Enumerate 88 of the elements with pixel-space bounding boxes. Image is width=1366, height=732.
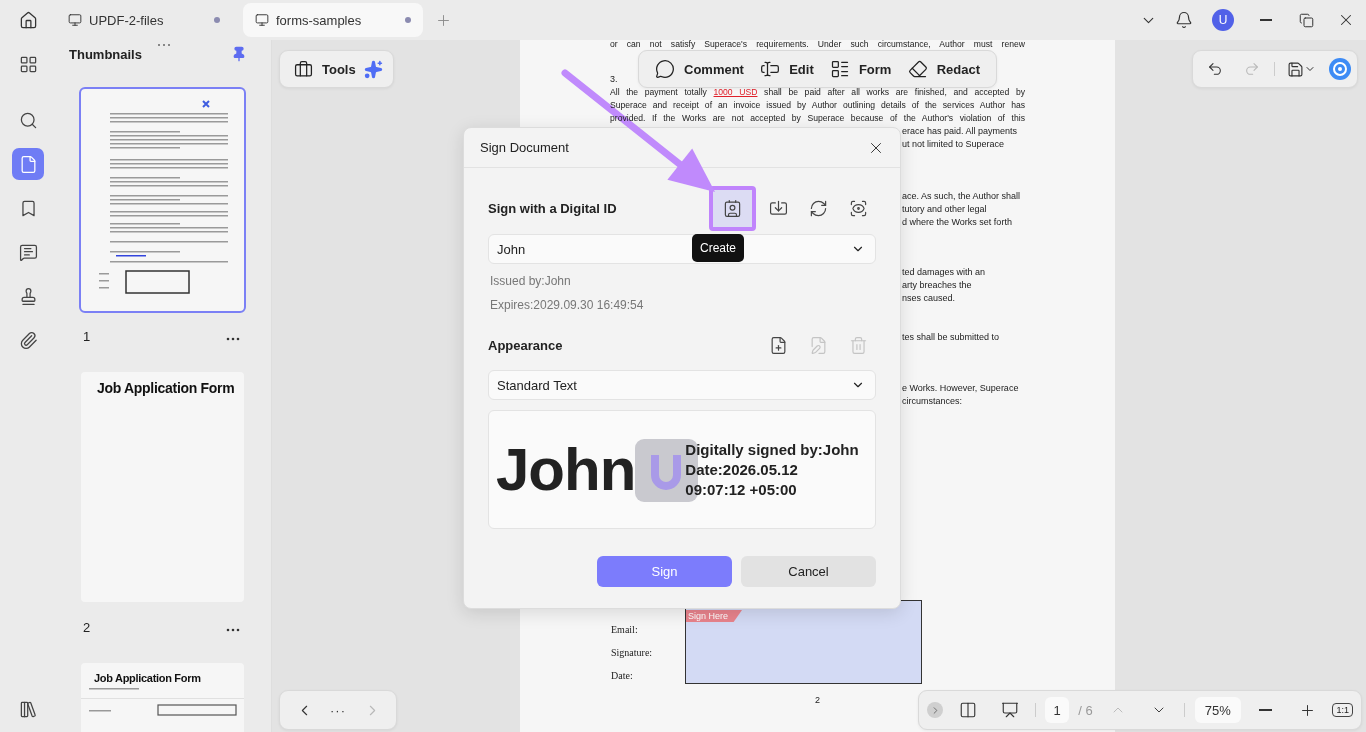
toolbar-button[interactable]: Edit xyxy=(756,55,818,83)
page-thumbnail[interactable] xyxy=(81,89,244,311)
document-text-line: erace has paid. All payments xyxy=(902,125,1018,138)
document-tab[interactable]: UPDF-2-files xyxy=(56,3,232,37)
trash-icon xyxy=(848,335,868,355)
tools-button[interactable]: Tools xyxy=(290,55,360,83)
minimize-icon xyxy=(1260,19,1272,21)
document-text-line: tes shall be submitted to xyxy=(902,331,1000,344)
sparkles-icon[interactable] xyxy=(364,59,383,79)
document-text-line: ut not limited to Superace xyxy=(902,138,1005,151)
create-id-button[interactable] xyxy=(709,186,756,231)
toolbar-button[interactable]: Comment xyxy=(651,55,748,83)
speech-bubble-icon xyxy=(655,59,675,79)
books-icon xyxy=(18,699,38,719)
toolbar-button[interactable]: Form xyxy=(825,55,896,83)
page-number: 1 xyxy=(82,328,91,344)
apps-icon xyxy=(18,54,38,74)
eraser-icon xyxy=(907,59,928,79)
section-label: Appearance xyxy=(488,337,564,353)
eye-icon xyxy=(848,199,868,218)
paperclip-icon xyxy=(18,330,38,350)
section-label: Sign with a Digital ID xyxy=(488,201,618,216)
refresh-icon xyxy=(808,199,828,218)
ai-assistant-icon[interactable] xyxy=(1329,58,1351,80)
actual-size-button[interactable]: 1:1 xyxy=(1332,703,1353,717)
page-number-field[interactable]: 1 xyxy=(1045,697,1069,723)
document-text-line: ted damages with an xyxy=(902,266,986,279)
tooltip: Create xyxy=(692,234,745,262)
search-icon xyxy=(18,110,38,130)
user-avatar[interactable]: U xyxy=(1212,9,1234,31)
page-number: 2 xyxy=(82,619,91,635)
page-title: Job Application Form xyxy=(93,671,202,686)
appearance-select[interactable]: Standard Text xyxy=(488,370,876,400)
issued-by-text: Issued by:John xyxy=(489,273,572,290)
more-icon xyxy=(226,627,240,632)
home-icon xyxy=(18,10,38,30)
page-count: / 6 xyxy=(1078,702,1093,718)
page-title: Job Application Form xyxy=(96,379,236,396)
dot-icon xyxy=(405,17,411,23)
dialog-title: Sign Document xyxy=(480,140,569,155)
form-label: Signature: xyxy=(611,647,654,659)
document-text-line: Superace and receipt of an invoice issued by Author outlining details of the services Author has xyxy=(610,99,1025,112)
page-number: 2 xyxy=(815,694,820,706)
page-thumbnail[interactable]: Job Application Form xyxy=(81,372,244,602)
document-text-line: ace. As such, the Author shall xyxy=(902,190,1021,203)
signer-name: John xyxy=(495,435,636,504)
two-columns-icon xyxy=(959,701,978,719)
document-text-line: or can not satisfy Superace's requirements. Under such circumstance, Author must renew xyxy=(610,40,1025,51)
document-tab[interactable]: forms-samples xyxy=(243,3,423,37)
sign-here-tag: Sign Here xyxy=(686,610,743,622)
document-text-line: d where the Works set forth xyxy=(902,216,1012,229)
panel-title: Thumbnails xyxy=(69,46,142,62)
list-form-icon xyxy=(829,59,850,79)
form-label: Email: xyxy=(611,624,639,636)
signature-detail: Digitally signed by:John xyxy=(685,439,859,460)
undo-icon xyxy=(1207,61,1223,77)
document-text-line: tutory and other legal xyxy=(902,203,987,216)
toolbar-button[interactable]: Redact xyxy=(903,55,984,83)
restore-icon xyxy=(1298,12,1314,28)
expires-text: Expires:2029.09.30 16:49:54 xyxy=(489,297,645,314)
document-text-line: nses caused. xyxy=(902,292,956,305)
document-text-line: circumstances: xyxy=(902,395,963,408)
text-cursor-icon xyxy=(760,59,781,79)
cancel-button[interactable]: Cancel xyxy=(741,556,876,587)
form-label: Date: xyxy=(611,670,634,682)
minus-icon xyxy=(1259,709,1273,711)
dot-icon xyxy=(214,17,220,23)
comment-icon xyxy=(18,242,38,262)
more-icon xyxy=(226,336,240,341)
monitor-icon xyxy=(68,13,82,27)
monitor-icon xyxy=(255,13,269,27)
zoom-field[interactable]: 75% xyxy=(1194,697,1241,723)
presentation-icon xyxy=(1000,701,1019,719)
page-thumbnail[interactable]: Job Application Form xyxy=(81,663,244,732)
import-icon xyxy=(768,199,788,218)
document-text-line: provided. If the Works are not accepted by Superace because of the Author's violation of this xyxy=(610,112,1025,125)
signature-detail: Date:2026.05.12 xyxy=(685,459,799,480)
bell-icon xyxy=(1175,11,1193,29)
more-button[interactable]: ··· xyxy=(326,702,350,718)
sidebar-button[interactable] xyxy=(12,148,44,180)
save-icon xyxy=(1287,60,1305,78)
document-text-line: e Works. However, Superace xyxy=(902,382,1019,395)
signature-detail: 09:07:12 +05:00 xyxy=(685,479,798,500)
pin-icon[interactable] xyxy=(231,46,247,62)
document-text-line: 3. xyxy=(610,73,618,86)
redo-icon xyxy=(1244,61,1261,77)
document-text-line: arty breaches the xyxy=(902,279,972,292)
document-text-line: All the payment totally 1000 USD shall be paid after all works are finished, and accepted by xyxy=(610,86,1025,99)
